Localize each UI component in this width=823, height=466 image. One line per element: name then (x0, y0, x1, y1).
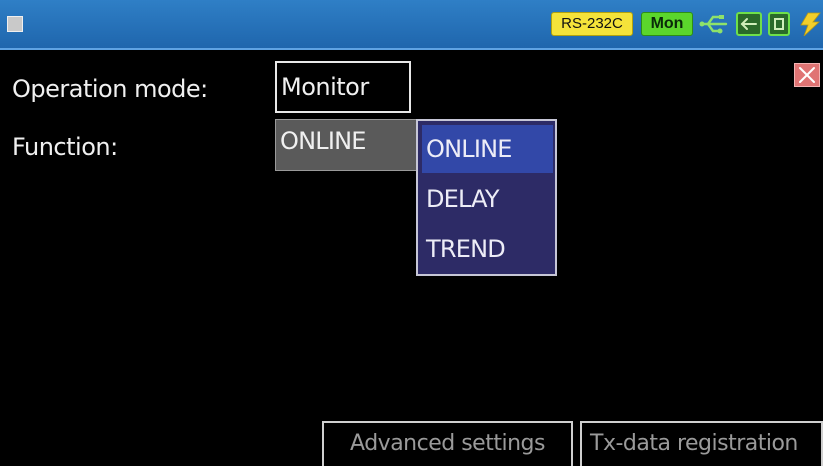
lan-icon (736, 12, 762, 36)
function-select[interactable]: ONLINE (275, 119, 417, 171)
function-label: Function: (12, 133, 118, 161)
status-bar: RS-232C Mon (0, 0, 823, 50)
usb-icon (699, 15, 728, 34)
dropdown-option-trend[interactable]: TREND (422, 225, 553, 273)
sd-card-inner (774, 18, 784, 30)
sd-card-icon (768, 12, 790, 36)
operation-mode-label: Operation mode: (12, 75, 208, 103)
close-button[interactable] (794, 63, 820, 87)
function-dropdown-list: ONLINE DELAY TREND (416, 119, 557, 276)
advanced-settings-button[interactable]: Advanced settings (322, 421, 573, 466)
interface-badge: RS-232C (551, 12, 633, 36)
mode-badge: Mon (641, 12, 693, 36)
power-icon (800, 12, 821, 36)
dropdown-option-delay[interactable]: DELAY (422, 175, 553, 223)
tx-data-registration-button[interactable]: Tx-data registration (580, 421, 823, 466)
close-icon (799, 67, 815, 83)
menu-icon[interactable] (7, 16, 23, 32)
device-screen: RS-232C Mon Operation mode: Monitor Func… (0, 0, 823, 466)
operation-mode-field[interactable]: Monitor (275, 61, 411, 113)
dropdown-option-online[interactable]: ONLINE (422, 125, 553, 173)
